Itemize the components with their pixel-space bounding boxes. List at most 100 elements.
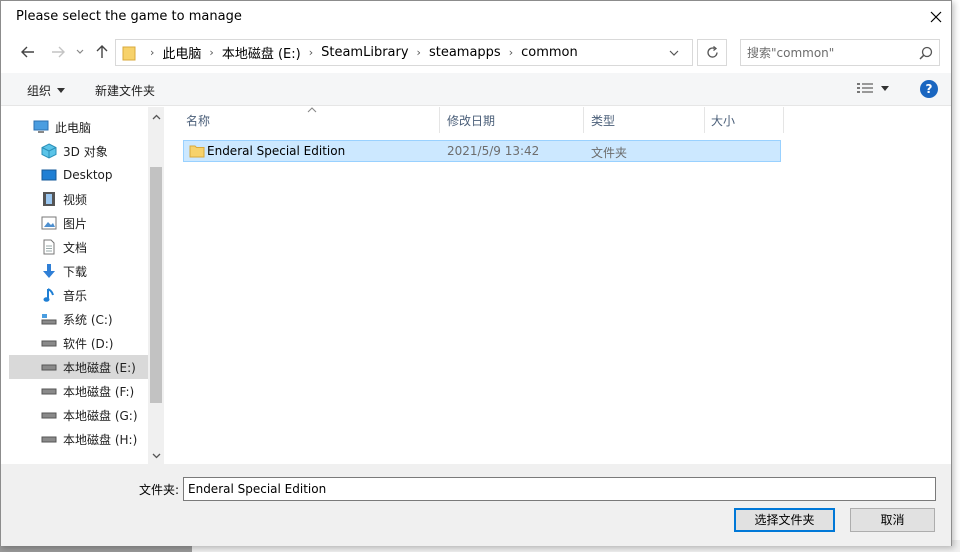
new-folder-label: 新建文件夹 xyxy=(95,84,156,98)
title-bar: Please select the game to manage xyxy=(1,1,951,32)
file-type: 文件夹 xyxy=(591,146,628,160)
organize-label: 组织 xyxy=(27,84,52,98)
chevron-down-icon xyxy=(76,49,84,54)
breadcrumb: › 此电脑 › 本地磁盘 (E:) › SteamLibrary › steam… xyxy=(142,40,578,65)
table-row[interactable]: Enderal Special Edition 2021/5/9 13:42 文… xyxy=(183,140,781,162)
sidebar-item-videos[interactable]: 视频 xyxy=(9,187,148,211)
search-icon xyxy=(919,46,933,60)
cube-icon xyxy=(41,143,57,159)
sidebar-item-label: 软件 (D:) xyxy=(63,336,114,351)
sidebar-item-label: 图片 xyxy=(63,216,88,231)
sidebar-item-label: 文档 xyxy=(63,240,88,255)
breadcrumb-separator: › xyxy=(209,46,214,59)
sidebar-item-drive-d[interactable]: 软件 (D:) xyxy=(9,331,148,355)
sidebar-item-label: 下载 xyxy=(63,264,88,279)
chevron-up-icon xyxy=(152,114,160,120)
scroll-up-button[interactable] xyxy=(148,109,164,125)
refresh-button[interactable] xyxy=(697,39,727,66)
arrow-up-icon xyxy=(96,45,108,58)
up-button[interactable] xyxy=(93,42,111,62)
breadcrumb-separator: › xyxy=(508,46,514,59)
recent-locations-button[interactable] xyxy=(73,42,87,62)
select-folder-button[interactable]: 选择文件夹 xyxy=(734,508,835,532)
desktop-icon xyxy=(41,167,57,183)
details-view-icon xyxy=(857,83,873,93)
search-input[interactable] xyxy=(747,44,907,62)
sidebar-item-label: 本地磁盘 (G:) xyxy=(63,408,138,423)
sidebar-item-drive-e[interactable]: 本地磁盘 (E:) xyxy=(9,355,148,379)
scroll-down-button[interactable] xyxy=(148,448,164,464)
file-list: 名称 修改日期 类型 大小 Enderal Special Edition 20… xyxy=(164,107,951,464)
column-header-name[interactable]: 名称 xyxy=(180,107,440,133)
folder-field-label: 文件夹: xyxy=(139,483,180,497)
file-modified: 2021/5/9 13:42 xyxy=(447,144,540,158)
search-box[interactable] xyxy=(740,39,940,66)
sidebar-item-desktop[interactable]: Desktop xyxy=(9,163,148,187)
arrow-left-icon xyxy=(21,46,34,58)
breadcrumb-separator: › xyxy=(416,46,421,59)
breadcrumb-item[interactable]: 此电脑 xyxy=(162,43,201,62)
drive-icon xyxy=(41,383,57,399)
sidebar-item-label: 视频 xyxy=(63,192,88,207)
computer-icon xyxy=(33,119,49,135)
sidebar-item-drive-f[interactable]: 本地磁盘 (F:) xyxy=(9,379,148,403)
sidebar-item-music[interactable]: 音乐 xyxy=(9,283,148,307)
folder-name-input[interactable] xyxy=(183,477,936,501)
breadcrumb-item[interactable]: 本地磁盘 (E:) xyxy=(222,43,301,62)
file-name: Enderal Special Edition xyxy=(207,144,346,158)
help-icon[interactable]: ? xyxy=(920,80,938,98)
column-header-size[interactable]: 大小 xyxy=(705,107,784,133)
sidebar-item-label: 系统 (C:) xyxy=(63,312,113,327)
chevron-down-icon xyxy=(669,50,679,56)
sidebar-item-label: Desktop xyxy=(63,168,113,182)
breadcrumb-item[interactable]: steamapps xyxy=(429,45,501,60)
organize-button[interactable]: 组织 xyxy=(27,82,66,99)
breadcrumb-item[interactable]: common xyxy=(521,45,578,60)
back-button[interactable] xyxy=(19,42,37,62)
breadcrumb-item[interactable]: SteamLibrary xyxy=(321,45,408,60)
sidebar-item-drive-g[interactable]: 本地磁盘 (G:) xyxy=(9,403,148,427)
sidebar-item-label: 此电脑 xyxy=(55,120,92,135)
download-icon xyxy=(41,263,57,279)
sidebar-item-label: 3D 对象 xyxy=(63,144,108,159)
dialog-footer: 文件夹: 选择文件夹 取消 xyxy=(1,464,951,546)
sidebar-item-drive-c[interactable]: 系统 (C:) xyxy=(9,307,148,331)
caret-down-icon xyxy=(57,88,66,93)
sidebar-item-label: 本地磁盘 (H:) xyxy=(63,432,138,447)
window-title: Please select the game to manage xyxy=(16,9,242,24)
drive-icon xyxy=(41,335,57,351)
forward-button[interactable] xyxy=(49,42,67,62)
sidebar-item-pictures[interactable]: 图片 xyxy=(9,211,148,235)
music-icon xyxy=(41,287,57,303)
close-icon xyxy=(930,11,942,22)
navigation-pane: 此电脑 3D 对象 Desktop 视频 图片 文档 下载 音乐 系统 (C:)… xyxy=(9,107,164,464)
sidebar-item-this-pc[interactable]: 此电脑 xyxy=(9,115,148,139)
cancel-button[interactable]: 取消 xyxy=(850,508,935,532)
new-folder-button[interactable]: 新建文件夹 xyxy=(95,82,155,99)
close-button[interactable] xyxy=(921,1,951,32)
view-options-button[interactable] xyxy=(857,82,889,94)
sidebar-item-label: 本地磁盘 (E:) xyxy=(63,360,136,375)
folder-icon xyxy=(189,145,205,158)
navigation-pane-scrollbar[interactable] xyxy=(148,107,164,464)
scrollbar-thumb[interactable] xyxy=(150,167,162,403)
column-header-modified[interactable]: 修改日期 xyxy=(441,107,584,133)
command-bar: 组织 新建文件夹 ? xyxy=(1,73,951,106)
navigation-bar: › 此电脑 › 本地磁盘 (E:) › SteamLibrary › steam… xyxy=(1,32,951,72)
drive-icon xyxy=(41,359,57,375)
document-icon xyxy=(41,239,57,255)
folder-picker-dialog: Please select the game to manage › 此电脑 ›… xyxy=(0,0,952,546)
drive-icon xyxy=(41,407,57,423)
chevron-down-icon xyxy=(152,453,160,459)
drive-icon xyxy=(41,431,57,447)
sidebar-item-label: 本地磁盘 (F:) xyxy=(63,384,135,399)
sidebar-item-documents[interactable]: 文档 xyxy=(9,235,148,259)
address-history-button[interactable] xyxy=(664,43,684,63)
column-header-type[interactable]: 类型 xyxy=(585,107,705,133)
sidebar-item-downloads[interactable]: 下载 xyxy=(9,259,148,283)
system-drive-icon xyxy=(41,311,57,327)
breadcrumb-separator: › xyxy=(308,46,314,59)
address-bar[interactable]: › 此电脑 › 本地磁盘 (E:) › SteamLibrary › steam… xyxy=(115,39,693,66)
sidebar-item-3d-objects[interactable]: 3D 对象 xyxy=(9,139,148,163)
sidebar-item-drive-h[interactable]: 本地磁盘 (H:) xyxy=(9,427,148,451)
